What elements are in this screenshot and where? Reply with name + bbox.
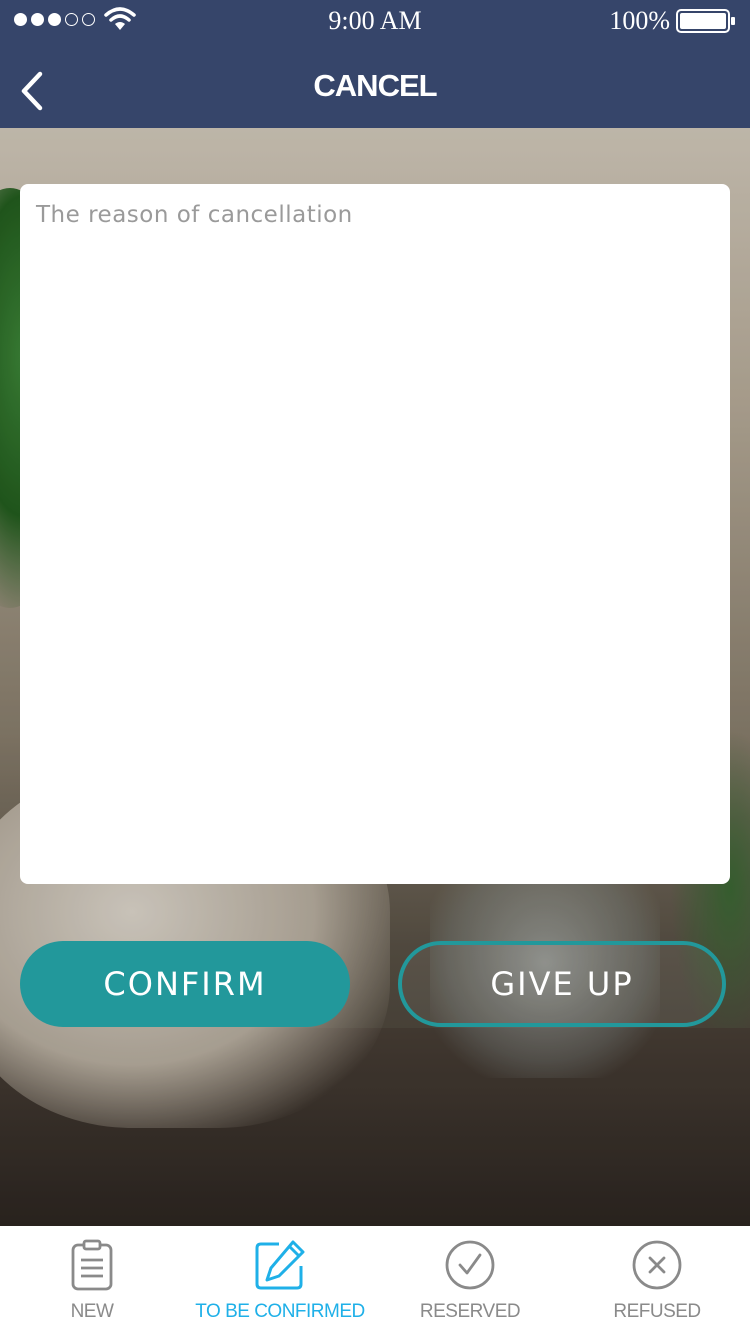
- check-circle-icon: [445, 1240, 495, 1290]
- tab-label: REFUSED: [613, 1301, 701, 1322]
- cancellation-reason-input[interactable]: [20, 184, 730, 884]
- status-bar: 9:00 AM 100%: [0, 0, 750, 40]
- reason-box: [20, 184, 730, 884]
- battery-percentage: 100%: [609, 6, 670, 35]
- clipboard-icon: [71, 1239, 113, 1291]
- tab-to-be-confirmed[interactable]: TO BE CONFIRMED: [184, 1226, 376, 1334]
- tab-label: RESERVED: [419, 1301, 521, 1322]
- give-up-button[interactable]: GIVE UP: [398, 941, 726, 1027]
- confirm-button[interactable]: CONFIRM: [20, 941, 350, 1027]
- tab-label: NEW: [70, 1301, 114, 1322]
- tab-new[interactable]: NEW: [0, 1226, 184, 1334]
- battery-icon: [676, 9, 735, 33]
- tab-reserved[interactable]: RESERVED: [376, 1226, 564, 1334]
- page-title: CANCEL: [313, 68, 437, 103]
- edit-icon: [255, 1240, 305, 1290]
- tab-label: TO BE CONFIRMED: [195, 1301, 365, 1322]
- tab-refused[interactable]: REFUSED: [564, 1226, 750, 1334]
- bottom-tab-bar: NEW TO BE CONFIRMED RESERVED REFUSED: [0, 1226, 750, 1334]
- x-circle-icon: [632, 1240, 682, 1290]
- nav-bar: CANCEL: [0, 40, 750, 128]
